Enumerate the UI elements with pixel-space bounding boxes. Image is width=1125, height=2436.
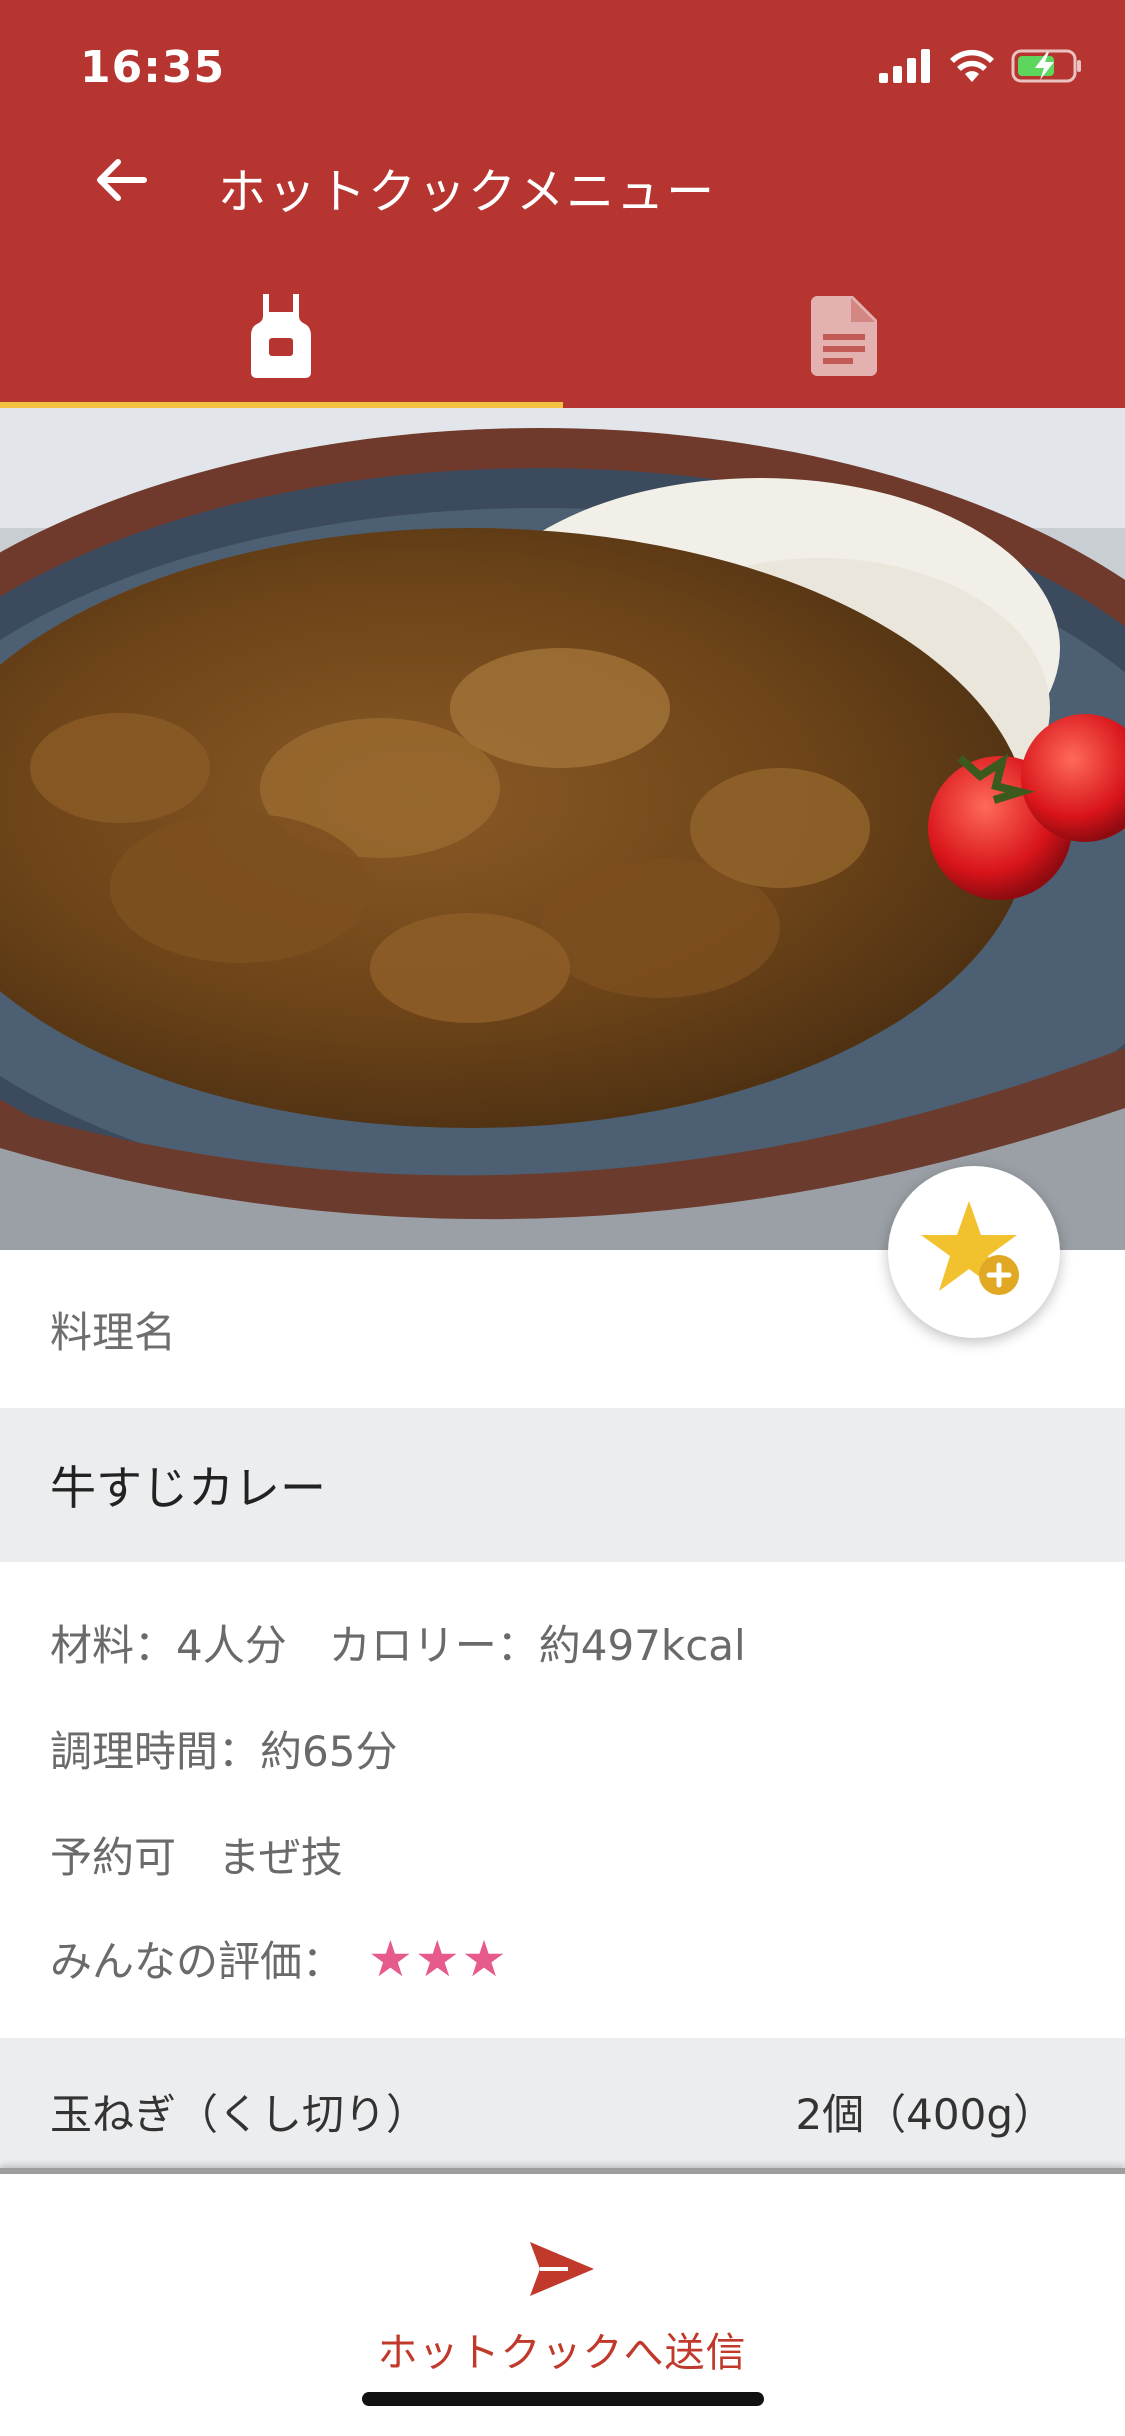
cook-time: 調理時間：約65分 [50, 1727, 398, 1776]
servings-calories: 材料：4人分 カロリー：約497kcal [50, 1621, 746, 1670]
ingredient-row: 玉ねぎ（くし切り） 2個（400g） [0, 2038, 1125, 2168]
ingredient-name: 玉ねぎ（くし切り） [50, 2090, 429, 2139]
rating-stars: ★★★ [368, 1930, 509, 1988]
send-label: ホットクックへ送信 [377, 2330, 747, 2376]
tab-bar [0, 268, 1125, 408]
rating-label: みんなの評価： [50, 1937, 345, 1986]
arrow-left-icon [92, 156, 148, 208]
apron-icon [249, 292, 313, 384]
rating-row: みんなの評価： ★★★ [50, 1928, 509, 1989]
signal-icon [879, 49, 933, 87]
send-to-hotcook-button[interactable]: ホットクックへ送信 [362, 2240, 762, 2390]
home-indicator [362, 2392, 764, 2406]
tab-recipe[interactable] [0, 268, 563, 408]
back-button[interactable] [80, 150, 160, 214]
document-icon [810, 296, 877, 380]
send-icon [528, 2240, 596, 2302]
recipe-photo [0, 408, 1125, 1250]
battery-charging-icon [1011, 48, 1083, 88]
page-title: ホットクックメニュー [218, 164, 717, 220]
status-time: 16:35 [80, 42, 226, 93]
status-icons [879, 48, 1083, 88]
app-header: 16:35 ホットクックメニュー [0, 0, 1125, 408]
wifi-icon [949, 49, 995, 87]
tab-details[interactable] [563, 268, 1125, 408]
app-bar: ホットクックメニュー [0, 130, 1125, 230]
star-plus-icon [919, 1195, 1029, 1309]
dish-name: 牛すじカレー [0, 1408, 1125, 1562]
status-bar: 16:35 [0, 0, 1125, 140]
ingredient-amount: 2個（400g） [795, 2090, 1055, 2139]
recipe-tags: 予約可 まぜ技 [50, 1833, 343, 1882]
add-favorite-button[interactable] [888, 1166, 1060, 1338]
